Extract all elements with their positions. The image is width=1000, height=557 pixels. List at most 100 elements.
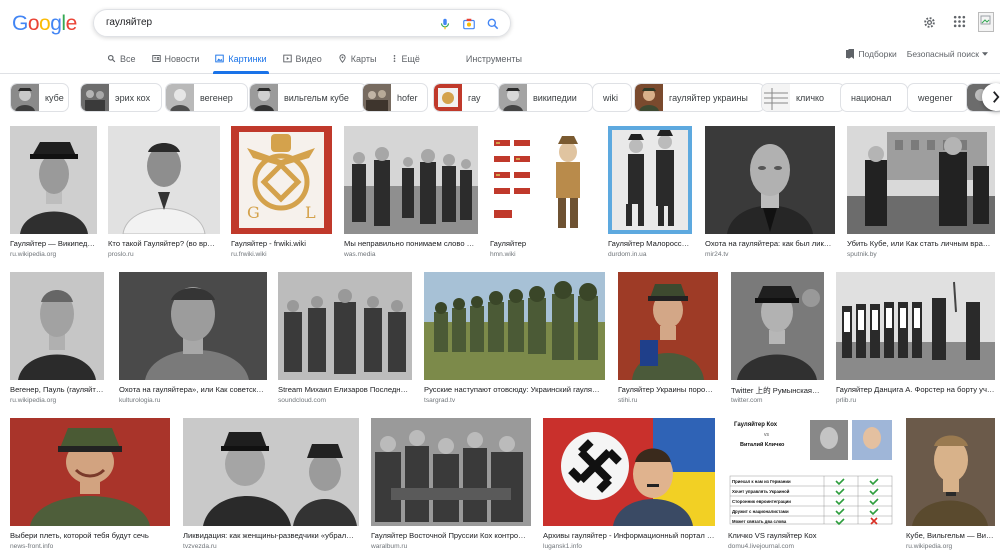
result-thumbnail[interactable] bbox=[10, 418, 170, 526]
tab-images[interactable]: Картинки bbox=[213, 52, 269, 74]
avatar[interactable] bbox=[978, 12, 994, 32]
map-pin-icon bbox=[339, 54, 346, 63]
result-thumbnail[interactable] bbox=[608, 126, 692, 234]
safesearch-link[interactable]: Безопасный поиск bbox=[907, 49, 988, 59]
result-card[interactable]: Гауляйтер Восточной Пруссии Кох контро… … bbox=[371, 418, 531, 552]
result-caption[interactable]: Гауляйтер - frwiki.wiki bbox=[231, 239, 332, 248]
koch-subtitle: Виталий Кличко bbox=[740, 441, 785, 448]
chip-erich-koch[interactable]: эрих кох bbox=[80, 83, 162, 112]
result-caption[interactable]: Гауляйтер bbox=[490, 239, 594, 248]
result-card[interactable]: Мы неправильно понимаем слово … was.medi… bbox=[344, 126, 478, 260]
search-box[interactable]: гауляйтер bbox=[93, 9, 511, 37]
result-thumbnail[interactable] bbox=[344, 126, 478, 234]
gear-icon[interactable] bbox=[922, 15, 937, 30]
result-caption[interactable]: Кличко VS гауляйтер Кох bbox=[728, 531, 894, 540]
result-card[interactable]: Выбери плеть, которой тебя будут сечь ne… bbox=[10, 418, 170, 552]
tab-video[interactable]: Видео bbox=[281, 52, 324, 74]
result-card[interactable]: GL Гауляйтер - frwiki.wiki ru.frwiki.wik… bbox=[231, 126, 332, 260]
result-thumbnail[interactable]: GL bbox=[231, 126, 332, 234]
result-thumbnail[interactable] bbox=[371, 418, 531, 526]
result-caption[interactable]: Охота на гауляйтера: как был лик… bbox=[705, 239, 835, 248]
result-card[interactable]: Кубе, Вильгельм — Ви… ru.wikipedia.org bbox=[906, 418, 995, 552]
result-caption[interactable]: Русские наступают отовсюду: Украинский г… bbox=[424, 385, 605, 394]
microphone-icon[interactable] bbox=[438, 17, 452, 31]
result-caption[interactable]: Twitter 上的 Румынская… bbox=[731, 385, 824, 396]
result-card[interactable]: Архивы гауляйтер - Информационный портал… bbox=[543, 418, 715, 552]
result-caption[interactable]: Ликвидация: как женщины-разведчики «убра… bbox=[183, 531, 359, 540]
chip-national[interactable]: национал bbox=[840, 83, 908, 112]
result-caption[interactable]: Stream Михаил Елизаров Последни… bbox=[278, 385, 412, 394]
result-card[interactable]: Вегенер, Пауль (гауляйт… ru.wikipedia.or… bbox=[10, 272, 104, 406]
result-thumbnail[interactable] bbox=[906, 418, 995, 526]
result-caption[interactable]: Архивы гауляйтер - Информационный портал… bbox=[543, 531, 715, 540]
result-card[interactable]: Ликвидация: как женщины-разведчики «убра… bbox=[183, 418, 359, 552]
chip-gauleiter-ukraine[interactable]: гауляйтер украины bbox=[634, 83, 765, 112]
google-logo[interactable]: Google bbox=[12, 12, 77, 36]
chip-klitschko[interactable]: кличко bbox=[761, 83, 845, 112]
result-card[interactable]: Гауляйтер — Википед… ru.wikipedia.org bbox=[10, 126, 97, 260]
result-thumbnail[interactable] bbox=[424, 272, 605, 380]
tab-news[interactable]: Новости bbox=[150, 52, 202, 74]
result-thumbnail[interactable] bbox=[183, 418, 359, 526]
result-card[interactable]: Гауляйтер Кох vs Виталий Кличко Приехал к н… bbox=[728, 418, 894, 552]
chip-wilhelm-kube[interactable]: вильгельм кубе bbox=[249, 83, 367, 112]
result-thumbnail[interactable] bbox=[119, 272, 267, 380]
result-thumbnail[interactable] bbox=[847, 126, 995, 234]
chip-wikipedia[interactable]: википедии bbox=[498, 83, 593, 112]
result-caption[interactable]: Выбери плеть, которой тебя будут сечь bbox=[10, 531, 170, 540]
result-thumbnail[interactable] bbox=[108, 126, 220, 234]
collections-link[interactable]: Подборки bbox=[846, 49, 897, 59]
result-caption[interactable]: Охота на гауляйтера», или Как советск… bbox=[119, 385, 267, 394]
result-card[interactable]: Русские наступают отовсюду: Украинский г… bbox=[424, 272, 605, 406]
tools-button[interactable]: Инструменты bbox=[464, 52, 524, 74]
result-source: ru.wikipedia.org bbox=[906, 543, 953, 550]
result-caption[interactable]: Гауляйтер Данцига А. Форстер на борту уч… bbox=[836, 385, 995, 394]
camera-lens-icon[interactable] bbox=[462, 17, 476, 31]
result-caption[interactable]: Гауляйтер Малоросси… bbox=[608, 239, 692, 248]
logo-letter: G bbox=[12, 12, 28, 35]
tab-all[interactable]: Все bbox=[105, 52, 138, 74]
result-caption[interactable]: Гауляйтер Восточной Пруссии Кох контро… bbox=[371, 531, 531, 540]
result-caption[interactable]: Кто такой Гауляйтер? (во вр… bbox=[108, 239, 220, 248]
chip-wegener-latin[interactable]: wegener bbox=[907, 83, 969, 112]
result-card[interactable]: Кто такой Гауляйтер? (во вр… proslo.ru bbox=[108, 126, 220, 260]
result-thumbnail[interactable] bbox=[278, 272, 412, 380]
result-thumbnail[interactable] bbox=[618, 272, 718, 380]
result-card[interactable]: Гауляйтер Малоросси… durdom.in.ua bbox=[608, 126, 692, 260]
result-card[interactable]: Убить Кубе, или Как стать личным вра… sp… bbox=[847, 126, 995, 260]
result-caption[interactable]: Гауляйтер — Википед… bbox=[10, 239, 97, 248]
chip-wegener[interactable]: вегенер bbox=[165, 83, 248, 112]
chip-gau[interactable]: гау bbox=[433, 83, 499, 112]
result-source: twitter.com bbox=[731, 397, 763, 404]
result-card[interactable]: Охота на гауляйтера», или Как советск… k… bbox=[119, 272, 267, 406]
result-card[interactable]: Twitter 上的 Румынская… twitter.com bbox=[731, 272, 824, 406]
chip-kube[interactable]: кубе bbox=[10, 83, 69, 112]
result-thumbnail[interactable] bbox=[10, 272, 104, 380]
result-thumbnail[interactable] bbox=[705, 126, 835, 234]
search-input[interactable]: гауляйтер bbox=[106, 17, 152, 28]
result-thumbnail[interactable] bbox=[836, 272, 995, 380]
result-card[interactable]: Гауляйтер Данцига А. Форстер на борту уч… bbox=[836, 272, 995, 406]
search-icon[interactable] bbox=[486, 17, 500, 31]
result-thumbnail[interactable] bbox=[543, 418, 715, 526]
result-card[interactable]: Stream Михаил Елизаров Последни… soundcl… bbox=[278, 272, 412, 406]
result-card[interactable]: Гауляйтер hmn.wiki bbox=[490, 126, 594, 260]
apps-grid-icon[interactable] bbox=[953, 15, 966, 28]
koch-row: Сторонник евроинтеграции bbox=[732, 499, 791, 504]
result-thumbnail[interactable] bbox=[490, 126, 594, 234]
result-card[interactable]: Охота на гауляйтера: как был лик… mir24.… bbox=[705, 126, 835, 260]
result-caption[interactable]: Мы неправильно понимаем слово … bbox=[344, 239, 478, 248]
result-caption[interactable]: Убить Кубе, или Как стать личным вра… bbox=[847, 239, 995, 248]
result-card[interactable]: Гауляйтер Украины поро… stihi.ru bbox=[618, 272, 718, 406]
result-caption[interactable]: Гауляйтер Украины поро… bbox=[618, 385, 718, 394]
tab-more[interactable]: Ещё bbox=[390, 52, 421, 74]
tab-maps[interactable]: Карты bbox=[336, 52, 379, 74]
result-thumbnail[interactable] bbox=[10, 126, 97, 234]
result-thumbnail[interactable]: Гауляйтер Кох vs Виталий Кличко Приехал к н… bbox=[728, 418, 894, 526]
result-source: proslo.ru bbox=[108, 251, 134, 258]
result-thumbnail[interactable] bbox=[731, 272, 824, 380]
chip-hofer[interactable]: hofer bbox=[362, 83, 428, 112]
result-caption[interactable]: Вегенер, Пауль (гауляйт… bbox=[10, 385, 104, 394]
result-caption[interactable]: Кубе, Вильгельм — Ви… bbox=[906, 531, 995, 540]
chip-wiki[interactable]: wiki bbox=[592, 83, 632, 112]
